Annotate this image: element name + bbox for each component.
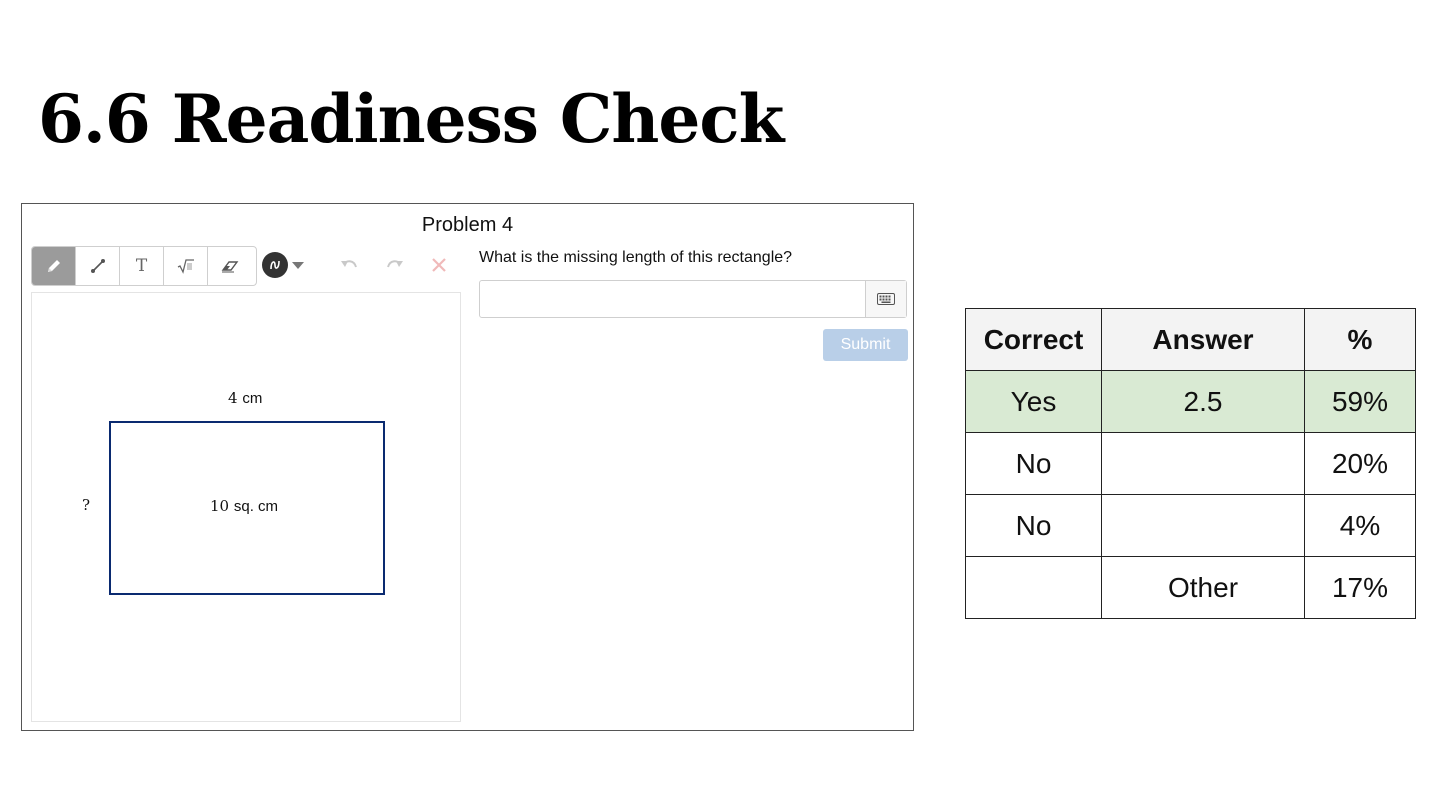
- submit-button[interactable]: Submit: [823, 329, 908, 361]
- problem-title: Problem 4: [421, 214, 514, 236]
- cell-answer: [1101, 494, 1305, 557]
- table-row: No 20%: [965, 432, 1416, 495]
- keyboard-icon: [877, 293, 895, 305]
- math-tool-button[interactable]: [164, 247, 208, 285]
- undo-button[interactable]: [336, 252, 362, 278]
- answer-field: [479, 280, 907, 318]
- answer-input[interactable]: [480, 281, 866, 317]
- math-keyboard-button[interactable]: [865, 281, 906, 317]
- cell-answer: 2.5: [1101, 370, 1305, 433]
- header-percent: %: [1304, 308, 1416, 371]
- table-header-row: Correct Answer %: [965, 308, 1416, 371]
- stroke-color-swatch: [262, 252, 288, 278]
- cell-answer: [1101, 432, 1305, 495]
- header-correct: Correct: [965, 308, 1102, 371]
- slide-title: 6.6 Readiness Check: [38, 80, 784, 158]
- results-table: Correct Answer % Yes 2.5 59% No 20% No 4…: [965, 308, 1416, 619]
- chevron-down-icon: [292, 261, 304, 269]
- sketch-canvas[interactable]: 4 cm ? 10 sq. cm: [31, 292, 461, 722]
- problem-panel: Problem 4 T 4 cm ? 10 sq. cm What is the…: [21, 203, 914, 731]
- table-row: Other 17%: [965, 556, 1416, 619]
- clear-button[interactable]: [426, 252, 452, 278]
- cell-correct: No: [965, 432, 1102, 495]
- squiggle-icon: [270, 260, 280, 270]
- table-row: Yes 2.5 59%: [965, 370, 1416, 433]
- redo-button[interactable]: [382, 252, 408, 278]
- eraser-tool-button[interactable]: [208, 247, 252, 285]
- table-row: No 4%: [965, 494, 1416, 557]
- eraser-icon: [221, 261, 239, 273]
- pencil-icon: [47, 260, 60, 272]
- text-icon: T: [135, 256, 148, 276]
- cell-correct: [965, 556, 1102, 619]
- cell-percent: 4%: [1304, 494, 1416, 557]
- cell-percent: 59%: [1304, 370, 1416, 433]
- rectangle-unknown-side-label: ?: [82, 496, 91, 514]
- undo-icon: [341, 260, 357, 268]
- cell-percent: 20%: [1304, 432, 1416, 495]
- cell-correct: No: [965, 494, 1102, 557]
- text-tool-button[interactable]: T: [120, 247, 164, 285]
- rectangle-width-label: 4 cm: [228, 389, 263, 407]
- line-tool-button[interactable]: [76, 247, 120, 285]
- cell-percent: 17%: [1304, 556, 1416, 619]
- question-prompt: What is the missing length of this recta…: [479, 249, 793, 266]
- header-answer: Answer: [1101, 308, 1305, 371]
- drawing-toolbar: T: [31, 246, 257, 286]
- square-root-icon: [177, 259, 194, 274]
- line-icon: [90, 259, 105, 273]
- cell-correct: Yes: [965, 370, 1102, 433]
- pencil-tool-button[interactable]: [32, 247, 76, 285]
- stroke-color-picker[interactable]: [262, 251, 306, 279]
- close-icon: [432, 258, 446, 272]
- cell-answer: Other: [1101, 556, 1305, 619]
- rectangle-area-label: 10 sq. cm: [210, 497, 279, 515]
- redo-icon: [387, 260, 403, 268]
